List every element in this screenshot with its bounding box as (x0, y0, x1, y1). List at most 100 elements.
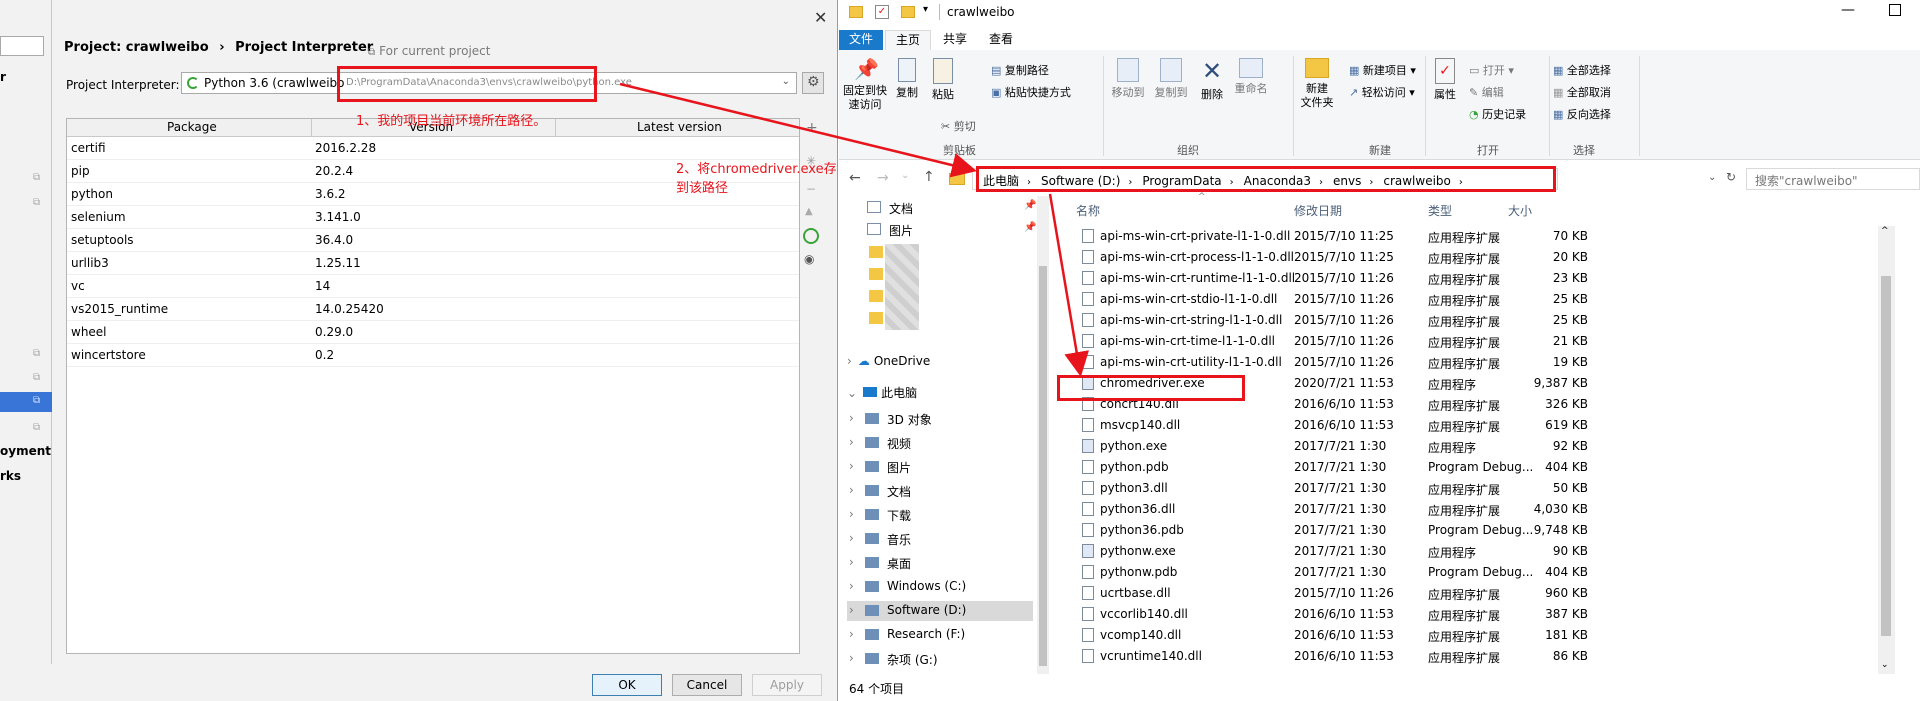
properties-icon[interactable]: ✓ (875, 5, 889, 19)
refresh-icon[interactable] (803, 228, 819, 244)
list-item[interactable]: api-ms-win-crt-time-l1-1-0.dll 2015/7/10 … (1072, 331, 1912, 352)
nav-item-onedrive[interactable]: › ☁ OneDrive (847, 354, 930, 368)
tab-home[interactable]: 主页 (885, 30, 932, 50)
ok-button[interactable]: OK (592, 674, 662, 696)
nav-tree-item[interactable]: › 文档 (847, 481, 1033, 501)
nav-item-deployment[interactable]: oyment (0, 444, 51, 458)
table-row[interactable]: wheel 0.29.0 (67, 321, 799, 344)
nav-tree-item[interactable]: › 杂项 (G:) (847, 649, 1033, 669)
nav-item[interactable]: r (0, 70, 6, 84)
table-row[interactable]: vs2015_runtime 14.0.25420 (67, 298, 799, 321)
forward-icon[interactable]: → (877, 170, 889, 186)
nav-tree-item[interactable]: › 视频 (847, 433, 1033, 453)
nav-tree-item[interactable]: › 下载 (847, 505, 1033, 525)
select-none-button[interactable]: ▦ 全部取消 (1553, 84, 1611, 100)
move-to-button[interactable]: 移动到 (1109, 58, 1147, 100)
maximize-icon[interactable] (1889, 4, 1901, 16)
search-input[interactable]: 搜索"crawlweibo" (1755, 172, 1858, 189)
quick-access-toolbar-chevron-icon[interactable]: ▾ (923, 4, 928, 15)
delete-button[interactable]: ✕ 删除 (1195, 58, 1229, 102)
minimize-icon[interactable]: — (1841, 2, 1855, 18)
column-name[interactable]: 名称 (1076, 202, 1100, 219)
back-icon[interactable]: ← (849, 170, 861, 186)
new-item-button[interactable]: ▦ 新建项目 ▾ (1349, 62, 1416, 78)
history-button[interactable]: ◔ 历史记录 (1469, 106, 1526, 122)
apply-button[interactable]: Apply (752, 674, 822, 696)
gear-button[interactable]: ⚙ (802, 72, 824, 94)
list-item[interactable]: api-ms-win-crt-utility-l1-1-0.dll 2015/7/… (1072, 352, 1912, 373)
pin-icon[interactable]: 📌 (1024, 222, 1036, 233)
eye-icon[interactable]: ◉ (804, 252, 814, 266)
list-item[interactable]: api-ms-win-crt-private-l1-1-0.dll 2015/7/… (1072, 226, 1912, 247)
properties-button[interactable]: ✓ 属性 (1429, 58, 1461, 102)
paste-shortcut-button[interactable]: ▣ 粘贴快捷方式 (991, 84, 1071, 100)
column-package[interactable]: Package (167, 120, 217, 134)
nav-tree-item[interactable]: › Research (F:) (847, 625, 1033, 645)
easy-access-button[interactable]: ↗ 轻松访问 ▾ (1349, 84, 1415, 100)
pin-icon[interactable]: 📌 (1024, 200, 1036, 211)
table-row[interactable]: setuptools 36.4.0 (67, 229, 799, 252)
rename-button[interactable]: 重命名 (1231, 58, 1271, 96)
upgrade-icon[interactable]: ▲ (805, 206, 813, 217)
cut-button[interactable]: ✂ 剪切 (941, 118, 976, 134)
list-item[interactable]: python36.dll 2017/7/21 1:30 应用程序扩展 4,030 KB (1072, 499, 1912, 520)
table-row[interactable]: certifi 2016.2.28 (67, 137, 799, 160)
table-row[interactable]: wincertstore 0.2 (67, 344, 799, 367)
column-size[interactable]: 大小 (1508, 202, 1532, 219)
nav-tree-item[interactable]: › Software (D:) (847, 601, 1033, 621)
scroll-thumb[interactable] (1881, 276, 1891, 636)
list-item[interactable]: python3.dll 2017/7/21 1:30 应用程序扩展 50 KB (1072, 478, 1912, 499)
nav-tree-item[interactable]: › 3D 对象 (847, 409, 1033, 429)
nav-item-pics[interactable]: 图片 (867, 222, 913, 239)
nav-scrollbar-thumb[interactable] (1039, 266, 1047, 666)
nav-tree-item[interactable]: › 音乐 (847, 529, 1033, 549)
close-icon[interactable]: ✕ (814, 8, 827, 27)
scroll-up-icon[interactable]: ^ (1881, 226, 1889, 236)
search-box[interactable]: 搜索"crawlweibo" (1746, 168, 1920, 190)
new-folder-button[interactable]: 新建 文件夹 (1297, 58, 1337, 110)
column-type[interactable]: 类型 (1428, 202, 1452, 219)
select-all-button[interactable]: ▦ 全部选择 (1553, 62, 1611, 78)
list-item[interactable]: ucrtbase.dll 2015/7/10 11:26 应用程序扩展 960 KB (1072, 583, 1912, 604)
list-item[interactable]: vccorlib140.dll 2016/6/10 11:53 应用程序扩展 387 … (1072, 604, 1912, 625)
list-item[interactable]: python36.pdb 2017/7/21 1:30 Program Debug.… (1072, 520, 1912, 541)
column-latest-version[interactable]: Latest version (637, 120, 722, 134)
list-item[interactable]: pythonw.exe 2017/7/21 1:30 应用程序 90 KB (1072, 541, 1912, 562)
file-list-scrollbar[interactable]: ^ ⌄ (1878, 226, 1895, 674)
settings-search-input[interactable] (0, 36, 44, 56)
up-icon[interactable]: ↑ (923, 169, 935, 185)
table-row[interactable]: urllib3 1.25.11 (67, 252, 799, 275)
tab-file[interactable]: 文件 (839, 30, 884, 50)
tab-share[interactable]: 共享 (933, 30, 977, 50)
list-item[interactable]: api-ms-win-crt-process-l1-1-0.dll 2015/7/… (1072, 247, 1912, 268)
nav-item-docs[interactable]: 文档 (867, 200, 913, 217)
list-item[interactable]: api-ms-win-crt-stdio-l1-1-0.dll 2015/7/10… (1072, 289, 1912, 310)
recent-chevron-icon[interactable]: ⌄ (901, 170, 909, 181)
open-button[interactable]: ▭ 打开 ▾ (1469, 62, 1514, 78)
list-item[interactable]: api-ms-win-crt-runtime-l1-1-0.dll 2015/7/… (1072, 268, 1912, 289)
scroll-down-icon[interactable]: ⌄ (1881, 660, 1889, 670)
copy-path-button[interactable]: ▤ 复制路径 (991, 62, 1049, 78)
list-item[interactable]: msvcp140.dll 2016/6/10 11:53 应用程序扩展 619 KB (1072, 415, 1912, 436)
edit-button[interactable]: ✎ 编辑 (1469, 84, 1504, 100)
nav-item-frameworks[interactable]: rks (0, 469, 21, 483)
list-item[interactable]: python.pdb 2017/7/21 1:30 Program Debug...… (1072, 457, 1912, 478)
copy-button[interactable]: 复制 (891, 58, 923, 100)
table-row[interactable]: selenium 3.141.0 (67, 206, 799, 229)
table-row[interactable]: vc 14 (67, 275, 799, 298)
list-item[interactable]: vcomp140.dll 2016/6/10 11:53 应用程序扩展 181 KB (1072, 625, 1912, 646)
nav-scrollbar[interactable] (1037, 196, 1049, 674)
column-date[interactable]: 修改日期 (1294, 202, 1342, 219)
nav-item-thispc[interactable]: ⌄ 此电脑 (847, 384, 917, 401)
cancel-button[interactable]: Cancel (672, 674, 742, 696)
pin-quick-access-button[interactable]: 📌 固定到快 速访问 (843, 58, 887, 112)
copy-to-button[interactable]: 复制到 (1151, 58, 1191, 100)
list-item[interactable]: python.exe 2017/7/21 1:30 应用程序 92 KB (1072, 436, 1912, 457)
tab-view[interactable]: 查看 (979, 30, 1023, 50)
list-item[interactable]: api-ms-win-crt-string-l1-1-0.dll 2015/7/1… (1072, 310, 1912, 331)
nav-item-selected[interactable]: ⧉ (0, 392, 52, 412)
invert-selection-button[interactable]: ▦ 反向选择 (1553, 106, 1611, 122)
paste-button[interactable]: 粘贴 (927, 58, 959, 102)
new-folder-icon[interactable] (901, 6, 915, 18)
refresh-icon[interactable]: ↻ (1726, 170, 1736, 184)
